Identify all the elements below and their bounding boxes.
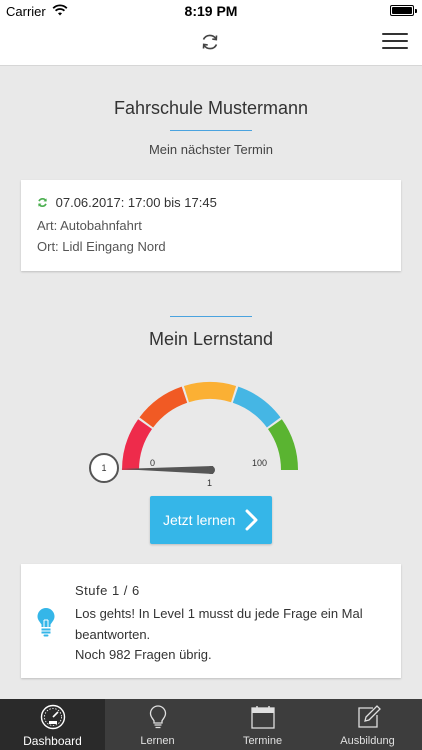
tab-termine-label: Termine	[242, 735, 283, 747]
battery-icon	[390, 5, 417, 16]
level-remaining-questions: Noch 982 Fragen übrig.	[75, 647, 212, 662]
appointment-type-row: Art: Autobahnfahrt	[37, 218, 142, 233]
gauge-segment	[139, 386, 188, 428]
level-description: Los gehts! In Level 1 musst du jede Frag…	[75, 606, 363, 642]
gauge-segment	[183, 382, 237, 403]
gauge-segment	[122, 419, 153, 470]
tab-dashboard[interactable]: Dashboard	[0, 699, 105, 750]
appointment-datetime: 07.06.2017: 17:00 bis 17:45	[55, 195, 217, 210]
gauge-segment	[267, 419, 298, 470]
appointment-type-label: Art:	[37, 218, 58, 233]
appointment-place-value: Lidl Eingang Nord	[62, 239, 166, 254]
tab-dashboard-label: Dashboard	[23, 734, 82, 748]
start-learning-label: Jetzt lernen	[163, 512, 236, 528]
sync-icon[interactable]	[199, 31, 221, 53]
appointment-place-row: Ort: Lidl Eingang Nord	[37, 239, 166, 254]
speedometer-icon	[40, 704, 66, 730]
chevron-right-icon	[245, 509, 258, 531]
calendar-icon	[251, 706, 275, 729]
gauge-knob: 1	[89, 453, 119, 483]
appointment-place-label: Ort:	[37, 239, 59, 254]
start-learning-button[interactable]: Jetzt lernen	[150, 496, 272, 544]
gauge-min-label: 0	[150, 458, 156, 468]
status-bar: Carrier 8:19 PM	[0, 0, 422, 22]
level-card[interactable]: Stufe 1 / 6 Los gehts! In Level 1 musst …	[21, 564, 401, 678]
gauge-segment	[232, 386, 281, 428]
level-stage: Stufe 1 / 6	[75, 583, 140, 598]
next-appointment-heading: Mein nächster Termin	[148, 142, 274, 157]
divider	[170, 130, 252, 131]
tab-ausbildung-label: Ausbildung	[340, 735, 395, 747]
divider	[170, 316, 252, 317]
tab-termine[interactable]: Termine	[210, 699, 315, 750]
lightbulb-icon	[37, 608, 55, 637]
appointment-datetime-row: 07.06.2017: 17:00 bis 17:45	[37, 195, 217, 210]
edit-icon	[358, 705, 381, 728]
learning-progress-heading: Mein Lernstand	[148, 329, 274, 349]
hamburger-menu-icon[interactable]	[382, 33, 408, 53]
appointment-card[interactable]: 07.06.2017: 17:00 bis 17:45 Art: Autobah…	[21, 180, 401, 271]
status-time: 8:19 PM	[184, 3, 238, 19]
gauge-value-label: 1	[207, 478, 213, 488]
header-bar: Carrier 8:19 PM	[0, 0, 422, 66]
tab-lernen-label: Lernen	[140, 735, 175, 747]
lightbulb-icon	[149, 705, 167, 729]
tab-ausbildung[interactable]: Ausbildung	[315, 699, 422, 750]
tab-lernen[interactable]: Lernen	[105, 699, 210, 750]
progress-gauge	[120, 382, 298, 474]
gauge-max-label: 100	[252, 458, 268, 468]
sync-status-icon	[38, 198, 47, 207]
gauge-segments	[122, 382, 298, 470]
tab-bar: Dashboard Lernen Termine Ausbildung	[0, 699, 422, 750]
appointment-type-value: Autobahnfahrt	[60, 218, 142, 233]
school-name: Fahrschule Mustermann	[113, 98, 309, 118]
